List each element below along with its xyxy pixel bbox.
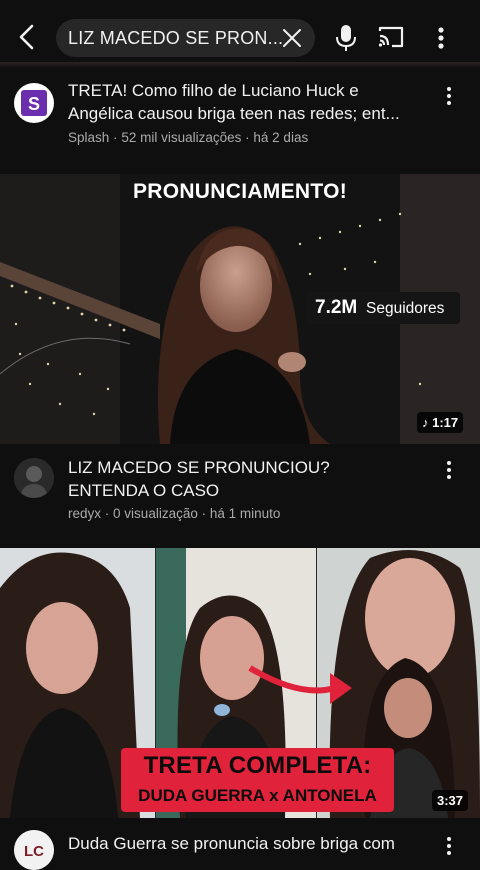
video-title[interactable]: Duda Guerra se pronuncia sobre briga com <box>68 832 395 855</box>
clear-icon[interactable] <box>281 27 303 49</box>
duration-badge: ♪ 1:17 <box>417 412 464 433</box>
cast-icon[interactable] <box>377 25 405 49</box>
video-meta: Splash · 52 mil visualizações · há 2 dia… <box>68 130 308 145</box>
video-title-line: Duda Guerra se pronuncia sobre briga com <box>68 834 395 853</box>
avatar-photo-icon <box>14 458 54 498</box>
video-menu-icon[interactable] <box>439 458 459 484</box>
upload-age: há 1 minuto <box>209 506 281 521</box>
channel-avatar[interactable] <box>14 458 54 498</box>
video-menu-icon[interactable] <box>439 834 459 860</box>
caption-line-1: TRETA COMPLETA: <box>143 752 372 779</box>
avatar-letter: LC <box>24 843 44 860</box>
meta-separator: · <box>104 506 110 521</box>
meta-separator: · <box>201 506 207 521</box>
followers-label: Seguidores <box>366 300 445 317</box>
view-count: 52 mil visualizações <box>121 130 242 145</box>
followers-badge: 7.2M Seguidores <box>306 292 460 324</box>
more-vert-icon[interactable] <box>431 24 451 52</box>
video-duration: 1:17 <box>432 415 459 430</box>
channel-avatar[interactable]: S <box>14 83 54 123</box>
video-title[interactable]: LIZ MACEDO SE PRONUNCIOU? ENTENDA O CASO <box>68 456 330 502</box>
video-menu-icon[interactable] <box>439 84 459 110</box>
channel-name[interactable]: Splash <box>68 130 109 145</box>
followers-count: 7.2M <box>315 297 358 318</box>
video-title[interactable]: TRETA! Como filho de Luciano Huck e Angé… <box>68 79 400 125</box>
video-title-line: TRETA! Como filho de Luciano Huck e <box>68 81 359 100</box>
view-count: 0 visualização <box>113 506 198 521</box>
video-title-line: LIZ MACEDO SE PRONUNCIOU? <box>68 458 330 477</box>
caption-line-2: DUDA GUERRA x ANTONELA <box>138 786 377 805</box>
channel-avatar[interactable]: LC <box>14 830 54 870</box>
video-title-line: ENTENDA O CASO <box>68 481 220 500</box>
video-meta: redyx · 0 visualização · há 1 minuto <box>68 506 280 521</box>
video-thumbnail[interactable]: TRETA COMPLETA: DUDA GUERRA x ANTONELA 3… <box>0 548 480 818</box>
avatar-letter: S <box>28 94 40 114</box>
top-app-bar: LIZ MACEDO SE PRON... <box>0 0 480 66</box>
video-thumbnail[interactable]: PRONUNCIAMENTO! 7.2M Seguidores ♪ 1:17 <box>0 174 480 444</box>
meta-separator: · <box>245 130 250 145</box>
duration-badge: 3:37 <box>432 790 469 811</box>
splash-logo-icon: S <box>21 90 47 116</box>
music-note-icon: ♪ <box>422 415 429 430</box>
search-query-text[interactable]: LIZ MACEDO SE PRON... <box>68 28 283 49</box>
upload-age: há 2 dias <box>253 130 309 145</box>
channel-name[interactable]: redyx <box>68 506 101 521</box>
scrolled-thumbnail-edge <box>0 62 480 68</box>
search-box[interactable]: LIZ MACEDO SE PRON... <box>56 19 315 57</box>
back-arrow-icon[interactable] <box>14 22 42 52</box>
channel-logo-icon: LC <box>14 830 54 870</box>
thumbnail-caption: TRETA COMPLETA: DUDA GUERRA x ANTONELA <box>121 748 394 812</box>
video-duration: 3:37 <box>437 793 464 808</box>
meta-separator: · <box>113 130 118 145</box>
video-title-line: Angélica causou briga teen nas redes; en… <box>68 104 400 123</box>
thumbnail-headline: PRONUNCIAMENTO! <box>132 180 348 203</box>
microphone-icon[interactable] <box>334 24 358 52</box>
